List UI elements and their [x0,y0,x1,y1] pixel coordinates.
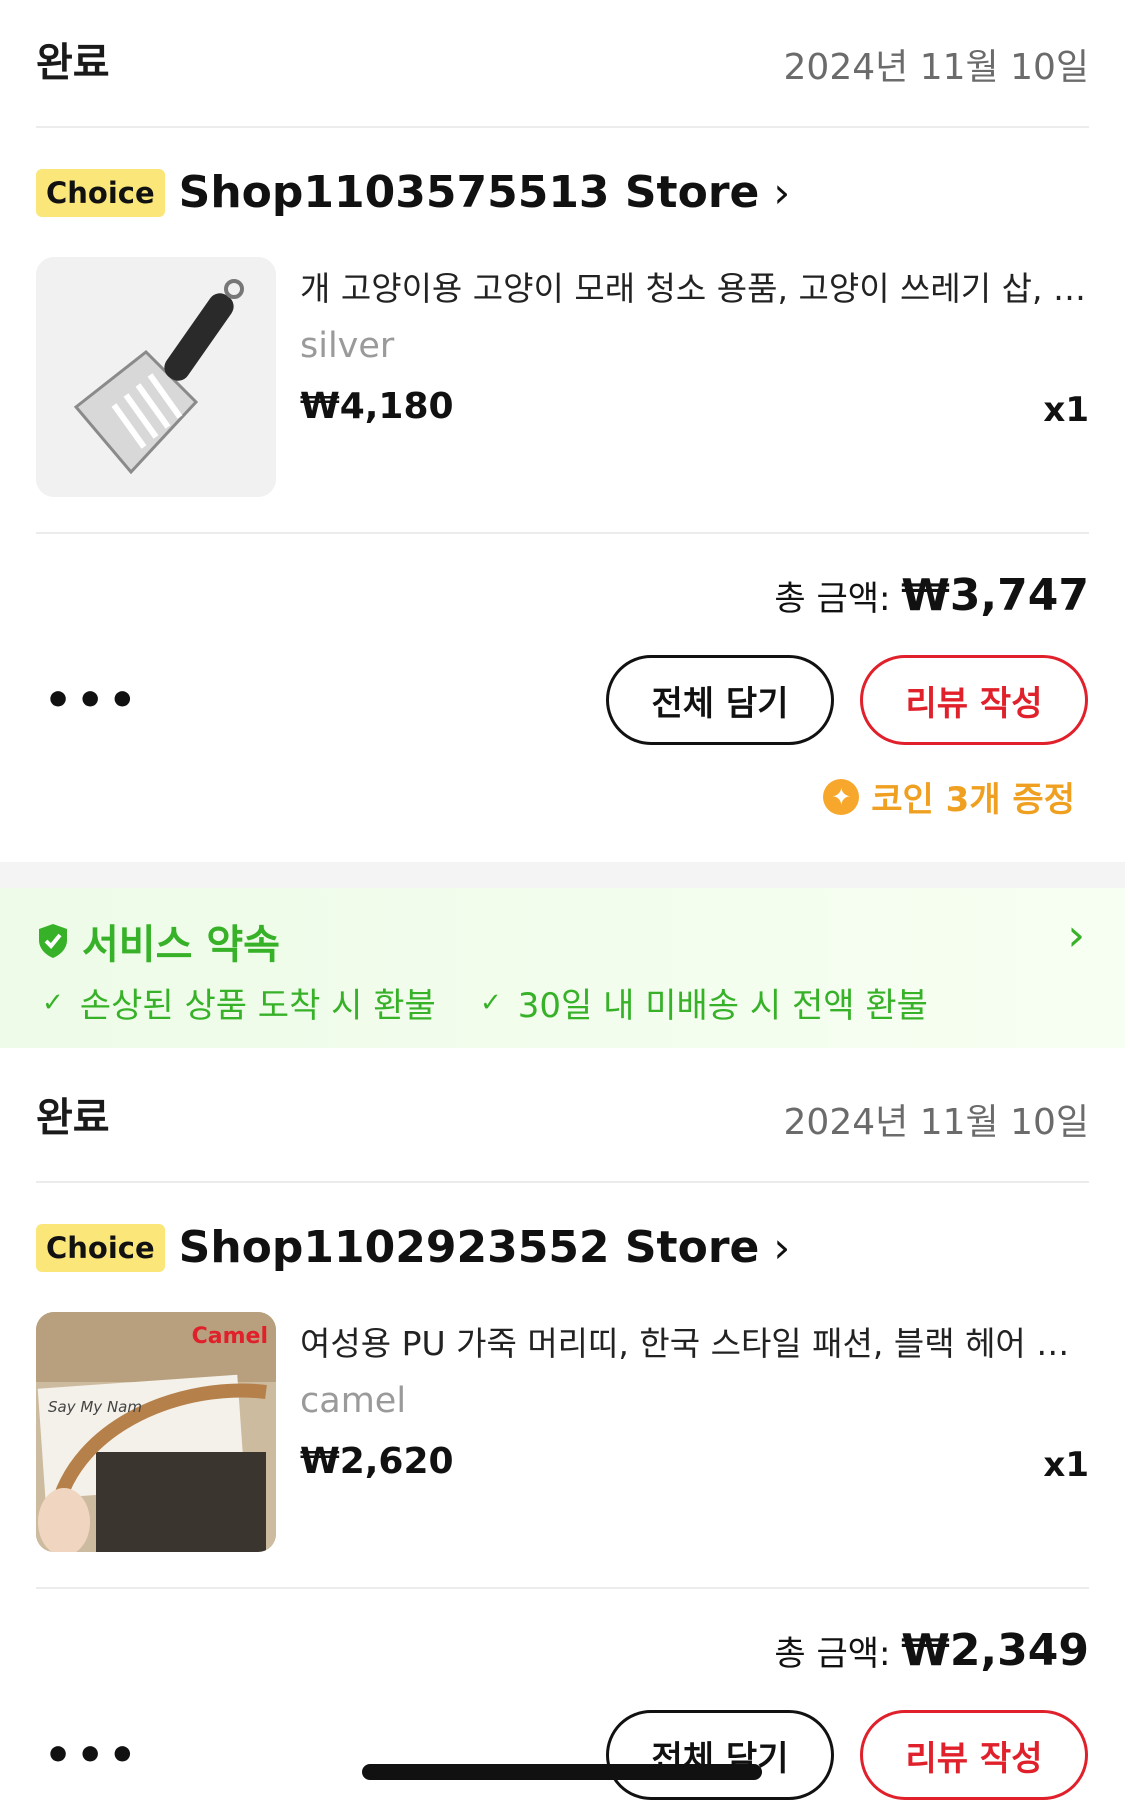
check-icon: ✓ [42,987,64,1018]
product-variant: silver [300,326,395,366]
order-total: 총 금액: ₩3,747 [774,570,1089,621]
chevron-right-icon: › [773,1223,791,1272]
promise-item-undelivered: ✓ 30일 내 미배송 시 전액 환불 [480,978,928,1027]
thumb-text: Say My Nam [48,1398,142,1416]
shield-check-icon [39,924,67,958]
coin-icon: ✦ [823,778,860,815]
coin-reward-text: 코인 3개 증정 [871,780,1075,820]
order-total: 총 금액: ₩2,349 [774,1625,1089,1676]
choice-badge: Choice [36,168,165,217]
product-quantity: x1 [1043,390,1089,430]
service-promise-banner[interactable]: 서비스 약속 › ✓ 손상된 상품 도착 시 환불 ✓ 30일 내 미배송 시 … [0,888,1125,1048]
more-options-button[interactable]: ••• [44,675,140,726]
total-label: 총 금액: [774,579,891,619]
total-value: ₩3,747 [901,570,1089,621]
order-date: 2024년 11월 10일 [783,1102,1089,1143]
divider [36,1181,1089,1183]
add-all-to-cart-button[interactable]: 전체 담기 [606,655,834,745]
order-status: 완료 [36,40,110,86]
home-indicator[interactable] [362,1764,762,1780]
write-review-button[interactable]: 리뷰 작성 [860,1710,1088,1800]
chevron-right-icon: › [1067,910,1085,961]
store-link[interactable]: Choice Shop1103575513 Store › [36,167,790,218]
choice-badge: Choice [36,1223,165,1272]
store-name: Shop1103575513 Store [178,167,760,218]
more-options-button[interactable]: ••• [44,1730,140,1781]
chevron-right-icon: › [773,168,791,217]
total-label: 총 금액: [774,1634,891,1674]
product-quantity: x1 [1043,1445,1089,1485]
service-promise-title-text: 서비스 약속 [82,922,280,968]
check-icon: ✓ [480,987,502,1018]
litter-scoop-icon [36,257,276,497]
order-status: 완료 [36,1095,110,1141]
total-value: ₩2,349 [901,1625,1089,1676]
service-promise-title: 서비스 약속 [36,912,280,970]
store-link[interactable]: Choice Shop1102923552 Store › [36,1222,790,1273]
divider [36,1587,1089,1589]
section-gap [0,862,1125,888]
product-variant: camel [300,1381,407,1421]
order-date: 2024년 11월 10일 [783,47,1089,88]
thumb-caption: Camel [191,1324,268,1349]
product-title[interactable]: 여성용 PU 가죽 머리띠, 한국 스타일 패션, 블랙 헤어 액세서리 [300,1317,1090,1365]
divider [36,126,1089,128]
product-image[interactable]: Camel Say My Nam [36,1312,276,1552]
promise-item-damaged: ✓ 손상된 상품 도착 시 환불 [42,978,436,1027]
product-price: ₩2,620 [300,1441,454,1482]
promise-item-text: 손상된 상품 도착 시 환불 [79,986,436,1026]
product-price: ₩4,180 [300,386,454,427]
coin-reward: ✦ 코인 3개 증정 [823,772,1075,821]
product-image[interactable] [36,257,276,497]
divider [36,532,1089,534]
add-all-to-cart-button[interactable]: 전체 담기 [606,1710,834,1800]
store-name: Shop1102923552 Store [178,1222,760,1273]
product-title[interactable]: 개 고양이용 고양이 모래 청소 용품, 고양이 쓰레기 삽, 금속 고양이 모… [300,262,1090,310]
write-review-button[interactable]: 리뷰 작성 [860,655,1088,745]
promise-item-text: 30일 내 미배송 시 전액 환불 [517,986,928,1026]
